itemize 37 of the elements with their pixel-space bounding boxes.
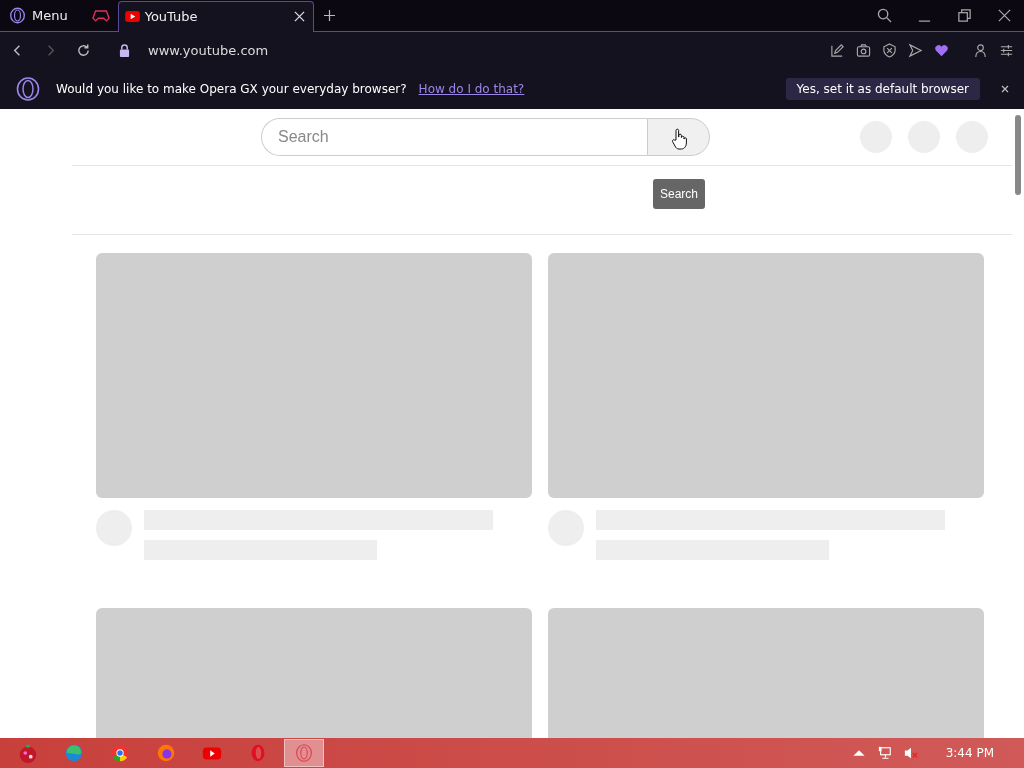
chrome-icon <box>109 742 131 764</box>
heart-icon[interactable] <box>934 42 949 58</box>
banner-message: Would you like to make Opera GX your everyday browser? <box>56 81 407 96</box>
set-default-button[interactable]: Yes, set it as default browser <box>785 77 980 100</box>
search-button[interactable] <box>647 118 710 156</box>
firefox-icon <box>155 742 177 764</box>
close-tab-icon[interactable] <box>293 11 305 22</box>
opera-logo-icon <box>16 76 40 101</box>
close-icon[interactable] <box>997 8 1012 23</box>
play-logo-icon <box>124 11 140 22</box>
browser-tab[interactable]: YouTube <box>117 0 314 32</box>
send-icon[interactable] <box>908 42 923 58</box>
close-icon[interactable] <box>1000 83 1010 94</box>
opera-gx-icon <box>293 742 315 764</box>
tooltip: Search <box>653 179 706 209</box>
shield-icon[interactable] <box>882 42 897 58</box>
edge-icon <box>63 742 85 764</box>
camera-icon[interactable] <box>856 42 871 58</box>
new-tab-icon[interactable] <box>323 10 335 21</box>
hand-cursor-icon <box>670 128 687 150</box>
url-field[interactable]: www.youtube.com <box>148 42 269 58</box>
reload-icon[interactable] <box>76 42 91 58</box>
restore-icon[interactable] <box>957 8 972 23</box>
scrollbar-thumb[interactable] <box>1015 115 1021 195</box>
search-field[interactable]: Search <box>261 118 647 156</box>
search-icon[interactable] <box>877 8 892 23</box>
ornament-icon <box>17 742 39 764</box>
opera-logo-icon <box>9 7 26 24</box>
clock[interactable]: 3:44 PM <box>945 746 994 760</box>
menu-button[interactable]: Menu <box>0 0 76 31</box>
gamepad-icon[interactable] <box>91 9 110 22</box>
network-icon[interactable] <box>877 746 892 760</box>
help-link[interactable]: How do I do that? <box>418 81 525 96</box>
pen-icon[interactable] <box>830 42 845 58</box>
person-icon[interactable] <box>973 42 988 58</box>
muted-speaker-icon[interactable] <box>903 746 918 760</box>
settings-icon[interactable] <box>999 42 1014 58</box>
